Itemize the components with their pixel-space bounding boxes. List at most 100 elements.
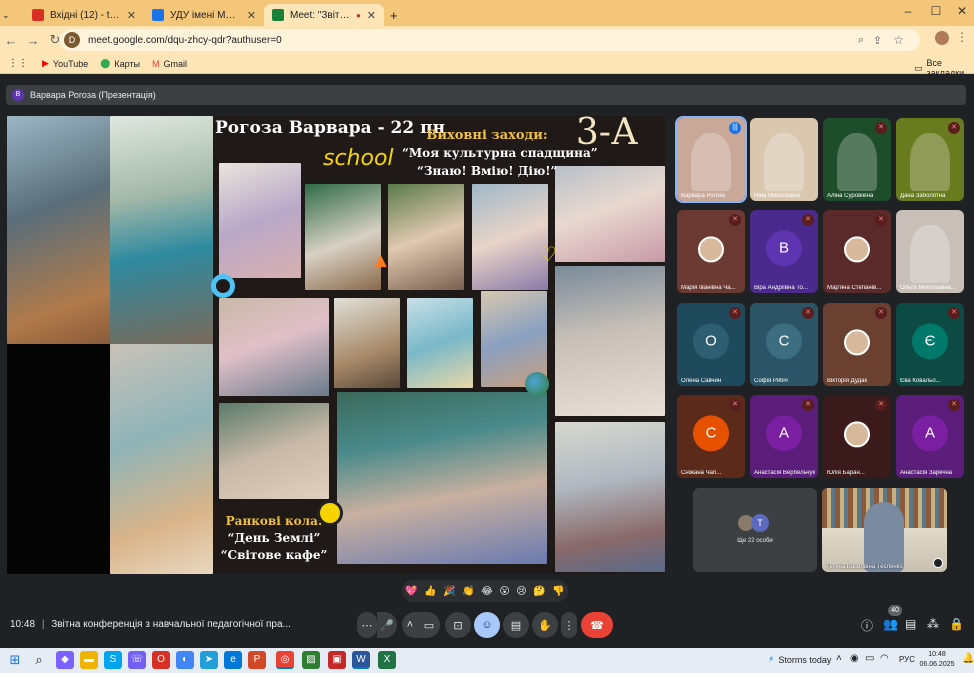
app-icon[interactable]: ▣	[328, 651, 346, 669]
audio-options-button[interactable]: ⋯	[357, 612, 377, 638]
photos-icon[interactable]: ▨	[302, 651, 320, 669]
close-icon[interactable]: ✕	[121, 9, 136, 22]
participant-tile[interactable]: ✕ Марія Іванівна Ча...	[677, 210, 745, 293]
address-bar[interactable]: D meet.google.com/dqu-zhcy-qdr?authuser=…	[60, 29, 920, 51]
tray-app-icon[interactable]: ◉	[850, 653, 859, 664]
telegram-icon[interactable]: ➤	[200, 651, 218, 669]
bookmark-youtube[interactable]: ▶ YouTube	[42, 58, 88, 69]
reaction-emoji[interactable]: 🤔	[533, 586, 545, 597]
reaction-emoji[interactable]: 😮	[499, 586, 509, 597]
zoom-icon[interactable]: ⌕	[858, 34, 864, 47]
mic-off-icon: ✕	[875, 122, 887, 134]
minimize-button[interactable]: –	[896, 4, 920, 18]
bookmark-gmail[interactable]: M Gmail	[152, 59, 187, 69]
edge-icon[interactable]: e	[224, 651, 242, 669]
back-button[interactable]: ←	[0, 33, 22, 48]
weather-text: Storms today	[778, 654, 832, 665]
participant-tile[interactable]: Ольга Миколаївна...	[896, 210, 964, 293]
powerpoint-icon[interactable]: P	[248, 651, 266, 669]
participant-tile[interactable]: ✕ Аліна Суровікіна	[823, 118, 891, 201]
raise-hand-button[interactable]: ✋	[532, 612, 558, 638]
clock[interactable]: 10:48 06.06.2025	[916, 650, 958, 670]
browser-tab[interactable]: УДУ імені Михайла Драгоманова ✕	[144, 4, 264, 26]
mic-off-icon: ✕	[948, 122, 960, 134]
tray-app-icon[interactable]: ▭	[865, 653, 874, 664]
mic-off-icon: ✕	[875, 214, 887, 226]
bookmark-maps[interactable]: ⬤ Карты	[100, 58, 140, 69]
participant-tile[interactable]: ||| Варвара Рогоза	[675, 116, 747, 203]
slide-title: Рогоза Варвара - 22 пн	[215, 118, 446, 138]
participant-tile[interactable]: Ніна Миколаївна	[750, 118, 818, 201]
new-tab-button[interactable]: +	[384, 4, 404, 26]
participant-tile[interactable]: ✕ Дана Заболотна	[896, 118, 964, 201]
participant-tile[interactable]: С ✕ Сніжана Чап...	[677, 395, 745, 478]
viber-icon[interactable]: ☏	[128, 651, 146, 669]
url-text[interactable]: meet.google.com/dqu-zhcy-qdr?authuser=0	[88, 35, 282, 46]
participant-tile[interactable]: ✕ Мар'яна Степанів...	[823, 210, 891, 293]
self-view-tile[interactable]: Тетяна Василівна Тесленко	[822, 488, 947, 572]
pin-icon[interactable]	[933, 558, 943, 568]
maximize-button[interactable]: ☐	[924, 4, 948, 18]
more-participants-tile[interactable]: Т Ще 22 особи	[693, 488, 817, 572]
reaction-emoji[interactable]: 🎉	[443, 586, 455, 597]
browser-tab-active[interactable]: Meet: "Звітна конференція" ● ✕	[264, 4, 384, 26]
excel-icon[interactable]: X	[378, 651, 396, 669]
host-controls-icon[interactable]: 🔒	[949, 617, 964, 631]
participant-avatar: А	[912, 414, 948, 451]
participant-tile[interactable]: А ✕ Анастасія Вербельчук	[750, 395, 818, 478]
reaction-emoji[interactable]: 😢	[516, 586, 526, 597]
participant-tile[interactable]: С ✕ Софія Рябіч	[750, 303, 818, 386]
participant-tile[interactable]: ✕ Вікторія Дудак	[823, 303, 891, 386]
activities-icon[interactable]: ⁂	[927, 617, 939, 631]
close-window-button[interactable]: ✕	[950, 4, 974, 18]
forward-button[interactable]: →	[22, 33, 44, 48]
site-icon[interactable]: D	[64, 32, 80, 48]
info-icon[interactable]: ⓘ	[861, 617, 873, 634]
chrome-icon[interactable]: ◎	[276, 651, 294, 669]
browser-tab[interactable]: Вхідні (12) - tv.teslenko@npu.edu.ua ✕	[24, 4, 144, 26]
leave-call-button[interactable]: ☎	[581, 612, 613, 638]
word-icon[interactable]: W	[352, 651, 370, 669]
more-options-button[interactable]: ⋮	[561, 612, 577, 638]
participant-video	[909, 224, 951, 284]
close-icon[interactable]: ✕	[241, 9, 256, 22]
star-icon[interactable]: ☆	[893, 33, 904, 47]
participant-name: Варвара Рогоза	[681, 193, 725, 199]
participant-tile[interactable]: ✕ Юлія Баран...	[823, 395, 891, 478]
app-icon[interactable]: ◐	[176, 651, 194, 669]
copilot-icon[interactable]: ◆	[56, 651, 74, 669]
weather-widget[interactable]: ⚡ Storms today	[768, 654, 831, 665]
apps-icon[interactable]: ⋮⋮	[8, 58, 28, 69]
present-screen-button[interactable]: ⊡	[445, 612, 471, 638]
captions-button[interactable]: ▤	[503, 612, 529, 638]
tray-chevron-icon[interactable]: ˄	[836, 653, 842, 664]
reaction-emoji[interactable]: 👏	[462, 586, 474, 597]
close-icon[interactable]: ✕	[361, 9, 376, 22]
participant-tile[interactable]: Є ✕ Єва Ковальо...	[896, 303, 964, 386]
avatar[interactable]	[935, 31, 949, 45]
participant-tile[interactable]: А ✕ Анастасія Заречна	[896, 395, 964, 478]
wifi-icon[interactable]: ◠	[880, 653, 889, 664]
activity-photo	[334, 298, 400, 388]
reaction-emoji[interactable]: 💖	[405, 586, 417, 597]
reaction-emoji[interactable]: 👍	[424, 586, 436, 597]
reaction-emoji[interactable]: 👎	[552, 586, 564, 597]
tab-search-button[interactable]: ⌄	[0, 4, 16, 26]
language-indicator[interactable]: РУС	[899, 655, 915, 664]
opera-icon[interactable]: O	[152, 651, 170, 669]
search-icon[interactable]: ⌕	[30, 651, 48, 669]
menu-icon[interactable]: ⋮	[956, 30, 968, 44]
mic-off-icon: ✕	[875, 307, 887, 319]
people-icon[interactable]: 👥	[883, 617, 898, 631]
participant-tile[interactable]: В ✕ Віра Андріївна То...	[750, 210, 818, 293]
notification-icon[interactable]: 🔔	[962, 653, 974, 664]
events-heading: Виховні заходи:	[426, 128, 548, 143]
windows-start-icon[interactable]: ⊞	[6, 651, 24, 669]
emoji-reaction-button[interactable]: ☺	[474, 612, 500, 638]
skype-icon[interactable]: S	[104, 651, 122, 669]
share-icon[interactable]: ⇪	[873, 34, 882, 47]
chat-icon[interactable]: ▤	[905, 617, 916, 631]
participant-tile[interactable]: О ✕ Олена Савчин	[677, 303, 745, 386]
reaction-emoji[interactable]: 😂	[481, 586, 493, 597]
file-explorer-icon[interactable]: ▬	[80, 651, 98, 669]
